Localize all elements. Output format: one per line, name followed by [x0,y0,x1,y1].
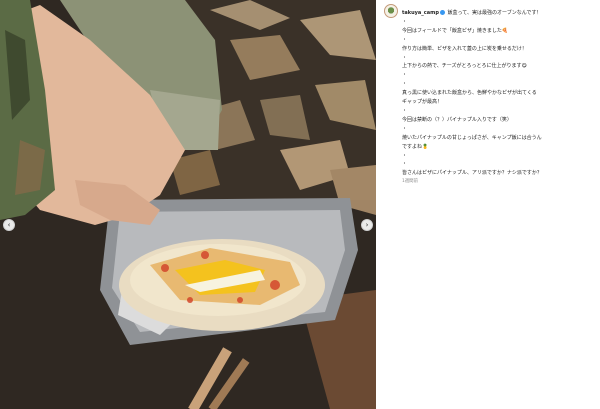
post-photo[interactable]: ‹ › [0,0,376,409]
caption-line: ・ [402,81,408,88]
caption-line: ・ [402,18,408,25]
caption-line: 今回は禁断の（？）パイナップル入りです（笑） [402,116,512,123]
username-link[interactable]: takuya_camp [402,10,439,16]
caption-line: 飯盒って、実は最強のオーブンなんです！ [447,10,542,16]
caption-line: ・ [402,54,408,61]
avatar[interactable] [384,4,398,18]
caption-line: 真っ黒に使い込まれた飯盒から、色鮮やかなピザが出てくる [402,90,537,97]
caption-line: ギャップが最高！ [402,99,443,106]
caption-pane: takuya_camp 飯盒って、実は最強のオーブンなんです！ ・ 今回はフィー… [378,0,600,409]
instagram-post: ‹ › takuya_camp 飯盒って、実は最強のオーブンなんです！ ・ 今回… [0,0,600,409]
caption-line: 焼いたパイナップルの甘じょっぱさが、キャンプ飯には合うん [402,134,542,141]
carousel-next-button[interactable]: › [361,219,373,231]
caption-line: ・ [402,36,408,43]
camping-pizza-photo [0,0,376,409]
caption-line: ですよね🍍 [402,143,429,150]
caption-line: 作り方は簡単、ピザを入れて蓋の上に炭を乗せるだけ！ [402,45,527,52]
caption-line: ・ [402,125,408,132]
caption-line: 皆さんはピザにパイナップル、アリ派ですか？ナシ派ですか？ [402,170,542,177]
caption-line: ・ [402,152,408,159]
chevron-left-icon: ‹ [7,221,11,229]
caption-line: 上下からの熱で、チーズがとろっとろに仕上がります😋 [402,63,527,70]
caption-text: takuya_camp 飯盒って、実は最強のオーブンなんです！ ・ 今回はフィー… [402,9,600,187]
caption-line: ・ [402,107,408,114]
post-timestamp[interactable]: 1週間前 [402,178,600,187]
caption-line: ・ [402,72,408,79]
verified-badge-icon [439,10,445,15]
caption-line: ・ [402,161,408,168]
chevron-right-icon: › [365,221,369,229]
caption-line: 今回はフィールドで「飯盒ピザ」焼きました🍕 [402,27,509,34]
carousel-prev-button[interactable]: ‹ [3,219,15,231]
